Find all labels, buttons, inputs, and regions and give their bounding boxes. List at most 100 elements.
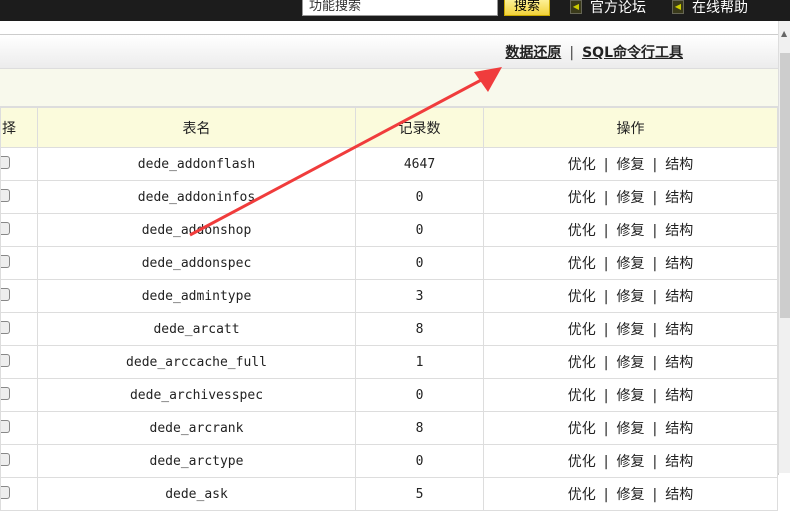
record-count: 8: [355, 312, 484, 346]
repair-link[interactable]: 修复: [617, 421, 645, 437]
link-label: 在线帮助: [692, 0, 748, 16]
optimize-link[interactable]: 优化: [568, 388, 596, 404]
repair-link[interactable]: 修复: [617, 190, 645, 206]
search-button[interactable]: 搜索: [504, 0, 550, 16]
separator: |: [569, 45, 575, 61]
structure-link[interactable]: 结构: [665, 289, 693, 305]
repair-link[interactable]: 修复: [617, 256, 645, 272]
optimize-link[interactable]: 优化: [568, 322, 596, 338]
select-cell: [0, 378, 38, 412]
table-name: dede_addonflash: [37, 147, 356, 181]
separator: |: [652, 190, 658, 206]
row-checkbox[interactable]: [1, 419, 10, 433]
select-cell: [0, 246, 38, 280]
table-name: dede_admintype: [37, 279, 356, 313]
table-name: dede_addoninfos: [37, 180, 356, 214]
table-name: dede_archivesspec: [37, 378, 356, 412]
repair-link[interactable]: 修复: [617, 487, 645, 503]
panel-header: 数据还原 | SQL命令行工具: [0, 35, 778, 69]
structure-link[interactable]: 结构: [665, 355, 693, 371]
toolbar-row: [0, 69, 778, 107]
table-row: dede_arcrank 8 优化 | 修复 | 结构: [0, 411, 778, 445]
record-count: 1: [355, 345, 484, 379]
select-cell: [0, 477, 38, 511]
function-search-input[interactable]: 功能搜索: [302, 0, 498, 16]
table-row: dede_addoninfos 0 优化 | 修复 | 结构: [0, 180, 778, 214]
optimize-link[interactable]: 优化: [568, 289, 596, 305]
repair-link[interactable]: 修复: [617, 223, 645, 239]
record-count: 0: [355, 213, 484, 247]
structure-link[interactable]: 结构: [665, 487, 693, 503]
table-name: dede_arcatt: [37, 312, 356, 346]
vertical-scrollbar[interactable]: ▲: [778, 21, 790, 473]
separator: |: [652, 256, 658, 272]
record-count: 4647: [355, 147, 484, 181]
actions-cell: 优化 | 修复 | 结构: [483, 246, 778, 280]
speaker-icon: ◀: [672, 0, 684, 14]
separator: |: [603, 322, 609, 338]
row-checkbox[interactable]: [1, 386, 10, 400]
record-count: 5: [355, 477, 484, 511]
table-row: dede_arcatt 8 优化 | 修复 | 结构: [0, 312, 778, 346]
row-checkbox[interactable]: [1, 452, 10, 466]
optimize-link[interactable]: 优化: [568, 157, 596, 173]
structure-link[interactable]: 结构: [665, 157, 693, 173]
separator: |: [652, 388, 658, 404]
actions-cell: 优化 | 修复 | 结构: [483, 213, 778, 247]
header-record-count: 记录数: [355, 107, 484, 148]
optimize-link[interactable]: 优化: [568, 355, 596, 371]
row-checkbox[interactable]: [1, 221, 10, 235]
row-checkbox[interactable]: [1, 188, 10, 202]
optimize-link[interactable]: 优化: [568, 190, 596, 206]
optimize-link[interactable]: 优化: [568, 223, 596, 239]
repair-link[interactable]: 修复: [617, 322, 645, 338]
structure-link[interactable]: 结构: [665, 223, 693, 239]
repair-link[interactable]: 修复: [617, 388, 645, 404]
record-count: 0: [355, 246, 484, 280]
online-help-link[interactable]: ◀ 在线帮助: [672, 0, 748, 17]
row-checkbox[interactable]: [1, 287, 10, 301]
scrollbar-thumb[interactable]: [780, 53, 790, 318]
table-row: dede_ask 5 优化 | 修复 | 结构: [0, 477, 778, 511]
table-row: dede_archivesspec 0 优化 | 修复 | 结构: [0, 378, 778, 412]
data-restore-link[interactable]: 数据还原: [505, 45, 561, 61]
structure-link[interactable]: 结构: [665, 388, 693, 404]
official-forum-link[interactable]: ◀ 官方论坛: [570, 0, 646, 17]
repair-link[interactable]: 修复: [617, 289, 645, 305]
optimize-link[interactable]: 优化: [568, 487, 596, 503]
table-row: dede_addonflash 4647 优化 | 修复 | 结构: [0, 147, 778, 181]
structure-link[interactable]: 结构: [665, 454, 693, 470]
separator: |: [652, 322, 658, 338]
top-bar: 功能搜索 搜索 ◀ 官方论坛 ◀ 在线帮助: [0, 0, 790, 21]
separator: |: [603, 421, 609, 437]
table-row: dede_admintype 3 优化 | 修复 | 结构: [0, 279, 778, 313]
separator: |: [652, 157, 658, 173]
structure-link[interactable]: 结构: [665, 421, 693, 437]
repair-link[interactable]: 修复: [617, 454, 645, 470]
repair-link[interactable]: 修复: [617, 355, 645, 371]
row-checkbox[interactable]: [1, 353, 10, 367]
link-label: 官方论坛: [590, 0, 646, 16]
panel-links: 数据还原 | SQL命令行工具: [505, 42, 683, 62]
separator: |: [603, 223, 609, 239]
table-name: dede_addonspec: [37, 246, 356, 280]
actions-cell: 优化 | 修复 | 结构: [483, 279, 778, 313]
structure-link[interactable]: 结构: [665, 322, 693, 338]
row-checkbox[interactable]: [1, 155, 10, 169]
repair-link[interactable]: 修复: [617, 157, 645, 173]
scroll-up-icon[interactable]: ▲: [781, 29, 787, 38]
structure-link[interactable]: 结构: [665, 256, 693, 272]
actions-cell: 优化 | 修复 | 结构: [483, 477, 778, 511]
optimize-link[interactable]: 优化: [568, 256, 596, 272]
optimize-link[interactable]: 优化: [568, 454, 596, 470]
separator: |: [652, 421, 658, 437]
row-checkbox[interactable]: [1, 254, 10, 268]
optimize-link[interactable]: 优化: [568, 421, 596, 437]
actions-cell: 优化 | 修复 | 结构: [483, 345, 778, 379]
record-count: 3: [355, 279, 484, 313]
row-checkbox[interactable]: [1, 485, 10, 499]
row-checkbox[interactable]: [1, 320, 10, 334]
structure-link[interactable]: 结构: [665, 190, 693, 206]
sql-tool-link[interactable]: SQL命令行工具: [582, 45, 683, 61]
separator: |: [652, 454, 658, 470]
